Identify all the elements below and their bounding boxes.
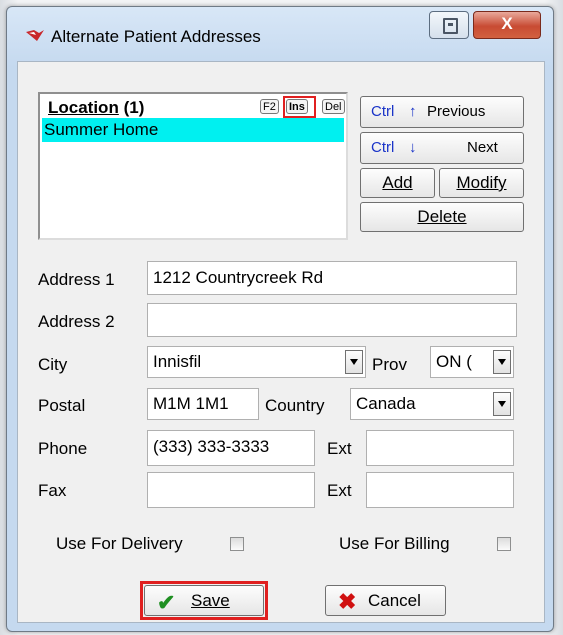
country-dropdown-button[interactable] — [493, 392, 511, 416]
location-count: (1) — [123, 98, 145, 117]
address1-label: Address 1 — [38, 270, 115, 289]
fax-field[interactable] — [147, 472, 315, 508]
modify-label: Modify — [456, 173, 507, 192]
prov-select[interactable]: ON ( — [430, 346, 514, 378]
prov-label: Prov — [372, 355, 407, 374]
phone-ext-field[interactable] — [366, 430, 514, 466]
restore-icon — [443, 18, 458, 34]
add-label: Add — [382, 173, 413, 192]
address1-field[interactable]: 1212 Countrycreek Rd — [147, 261, 517, 295]
modify-button[interactable]: Modify — [439, 168, 524, 198]
phone-ext-label: Ext — [327, 439, 352, 458]
checkmark-icon: ✔ — [157, 590, 176, 615]
delete-label: Delete — [417, 207, 467, 226]
dialog-body: Location (1) F2 Ins Del Summer Home Ctrl… — [17, 61, 545, 623]
delete-button[interactable]: Delete — [360, 202, 524, 232]
location-header-label: Location — [48, 98, 119, 117]
fax-ext-label: Ext — [327, 481, 352, 500]
arrow-down-icon: ↓ — [409, 139, 417, 156]
country-select[interactable]: Canada — [350, 388, 514, 420]
next-label: Next — [467, 139, 498, 156]
del-key-hint: Del — [322, 99, 345, 114]
close-icon: X — [501, 14, 513, 33]
cancel-label: Cancel — [368, 591, 421, 610]
country-value: Canada — [356, 394, 416, 413]
close-button[interactable]: X — [473, 11, 541, 39]
f2-key-hint: F2 — [260, 99, 279, 114]
save-button[interactable]: ✔ Save — [144, 585, 264, 616]
next-hotkey: Ctrl — [371, 139, 395, 156]
address2-field[interactable] — [147, 303, 517, 337]
prov-dropdown-button[interactable] — [493, 350, 511, 374]
delivery-checkbox[interactable] — [230, 537, 244, 551]
city-dropdown-button[interactable] — [345, 350, 363, 374]
restore-button[interactable] — [429, 11, 469, 39]
city-select[interactable]: Innisfil — [147, 346, 366, 378]
window-title: Alternate Patient Addresses — [51, 27, 261, 46]
location-list-header: Location (1) — [48, 98, 144, 118]
cancel-x-icon: ✖ — [338, 589, 357, 614]
city-label: City — [38, 355, 68, 374]
postal-label: Postal — [38, 396, 86, 415]
cancel-button[interactable]: ✖ Cancel — [325, 585, 446, 616]
dialog-window: Alternate Patient Addresses X Location (… — [6, 6, 554, 632]
title-bar: Alternate Patient Addresses X — [7, 7, 553, 61]
fax-ext-field[interactable] — [366, 472, 514, 508]
ins-highlight-frame — [283, 96, 316, 118]
previous-hotkey: Ctrl — [371, 103, 395, 120]
add-button[interactable]: Add — [360, 168, 435, 198]
billing-label: Use For Billing — [339, 534, 450, 553]
arrow-up-icon: ↑ — [409, 103, 417, 120]
location-list[interactable]: Location (1) F2 Ins Del Summer Home — [38, 92, 348, 240]
prov-value: ON ( — [436, 352, 472, 371]
previous-button[interactable]: Ctrl ↑ Previous — [360, 96, 524, 128]
postal-field[interactable]: M1M 1M1 — [147, 388, 259, 420]
billing-checkbox[interactable] — [497, 537, 511, 551]
city-value: Innisfil — [153, 352, 202, 371]
save-label: Save — [191, 591, 230, 610]
phone-label: Phone — [38, 439, 88, 458]
delivery-label: Use For Delivery — [56, 534, 183, 553]
previous-label: Previous — [427, 103, 486, 120]
list-item[interactable]: Summer Home — [42, 118, 344, 142]
fax-label: Fax — [38, 481, 67, 500]
phone-field[interactable]: (333) 333-3333 — [147, 430, 315, 466]
next-button[interactable]: Ctrl ↓ Next — [360, 132, 524, 164]
country-label: Country — [265, 396, 325, 415]
app-logo-icon — [26, 30, 44, 41]
address2-label: Address 2 — [38, 312, 115, 331]
